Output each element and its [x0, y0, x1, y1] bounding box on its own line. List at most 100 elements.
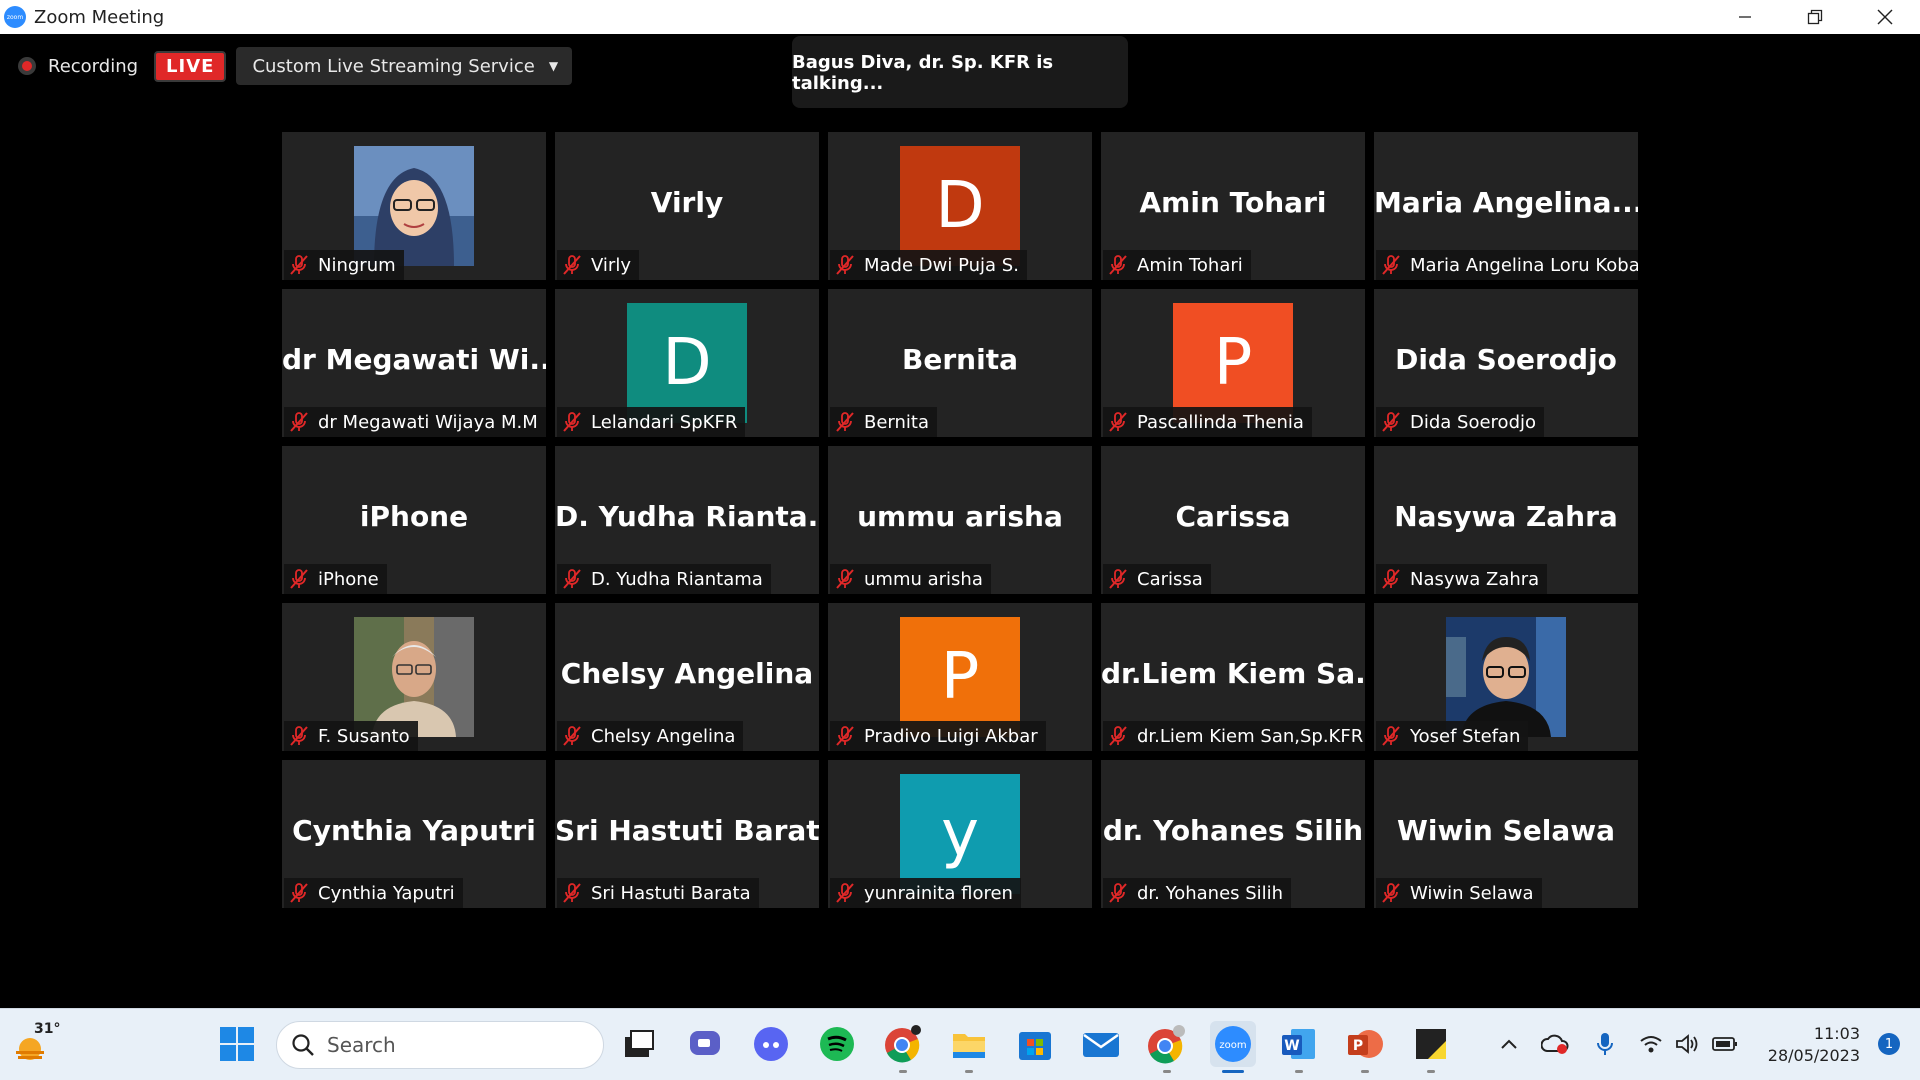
participant-display-name: Chelsy Angelina: [560, 657, 814, 690]
participant-name-label: dr.Liem Kiem San,Sp.KFR: [1103, 721, 1365, 751]
battery-icon: [1712, 1037, 1737, 1051]
start-button[interactable]: [214, 1021, 260, 1067]
participant-tile[interactable]: Maria Angelina... Maria Angelina Loru Kob…: [1374, 132, 1638, 280]
search-placeholder: Search: [327, 1033, 396, 1057]
participant-tile[interactable]: Amin Tohari Amin Tohari: [1101, 132, 1365, 280]
participant-photo: [1446, 617, 1566, 737]
participant-name: dr.Liem Kiem San,Sp.KFR: [1137, 725, 1364, 747]
participant-name: Cynthia Yaputri: [318, 882, 455, 904]
participant-tile[interactable]: Nasywa Zahra Nasywa Zahra: [1374, 446, 1638, 594]
mail-button[interactable]: [1078, 1021, 1124, 1067]
microsoft-store-button[interactable]: [1012, 1021, 1058, 1067]
participant-tile[interactable]: D Lelandari SpKFR: [555, 289, 819, 437]
participant-tile[interactable]: dr.Liem Kiem Sa... dr.Liem Kiem San,Sp.KF…: [1101, 603, 1365, 751]
participant-name: dr. Yohanes Silih: [1137, 882, 1284, 904]
word-icon: W: [1282, 1029, 1315, 1059]
window-controls: [1710, 0, 1920, 34]
microphone-muted-icon: [1107, 568, 1129, 590]
participant-display-name: ummu arisha: [857, 500, 1063, 533]
participant-tile[interactable]: D Made Dwi Puja S.: [828, 132, 1092, 280]
discord-button[interactable]: [748, 1021, 794, 1067]
microphone-muted-icon: [561, 725, 583, 747]
notification-badge[interactable]: 1: [1878, 1033, 1900, 1055]
chrome-button[interactable]: [880, 1021, 926, 1073]
taskbar-search[interactable]: Search: [276, 1021, 604, 1069]
participant-display-name: Dida Soerodjo: [1395, 343, 1617, 376]
participant-tile[interactable]: Wiwin Selawa Wiwin Selawa: [1374, 760, 1638, 908]
participant-name: Pascallinda Thenia: [1137, 411, 1304, 433]
stream-service-dropdown[interactable]: Custom Live Streaming Service ▼: [236, 47, 573, 85]
speaker-icon: [1676, 1034, 1698, 1054]
participant-display-name: Sri Hastuti Barata: [555, 814, 819, 847]
participant-tile[interactable]: Carissa Carissa: [1101, 446, 1365, 594]
participant-avatar: D: [900, 146, 1020, 266]
powerpoint-button[interactable]: P: [1342, 1021, 1388, 1073]
participant-tile[interactable]: D. Yudha Rianta... D. Yudha Riantama: [555, 446, 819, 594]
participant-tile[interactable]: Yosef Stefan: [1374, 603, 1638, 751]
sticky-notes-button[interactable]: [1408, 1021, 1454, 1073]
mail-icon: [1083, 1033, 1119, 1057]
recording-label[interactable]: Recording: [48, 56, 138, 77]
participant-display-name: dr. Yohanes Silih: [1102, 814, 1364, 847]
participant-tile[interactable]: ummu arisha ummu arisha: [828, 446, 1092, 594]
participant-tile[interactable]: dr Megawati Wi... dr Megawati Wijaya M.M: [282, 289, 546, 437]
task-view-button[interactable]: [616, 1021, 662, 1067]
participant-tile[interactable]: P Pascallinda Thenia: [1101, 289, 1365, 437]
participant-tile[interactable]: Cynthia Yaputri Cynthia Yaputri: [282, 760, 546, 908]
participant-name-label: Wiwin Selawa: [1376, 878, 1542, 908]
microphone-muted-icon: [834, 568, 856, 590]
participant-tile[interactable]: F. Susanto: [282, 603, 546, 751]
participant-name-label: Cynthia Yaputri: [284, 878, 463, 908]
minimize-button[interactable]: [1710, 0, 1780, 34]
participant-tile[interactable]: Ningrum: [282, 132, 546, 280]
microphone-icon: [1597, 1033, 1613, 1055]
participant-tile[interactable]: dr. Yohanes Silih dr. Yohanes Silih: [1101, 760, 1365, 908]
participant-name-label: dr Megawati Wijaya M.M: [284, 407, 546, 437]
participant-display-name: iPhone: [359, 500, 469, 533]
participant-name: Nasywa Zahra: [1410, 568, 1540, 590]
search-icon: [292, 1034, 314, 1056]
participant-name: Made Dwi Puja S.: [864, 254, 1019, 276]
running-indicator: [1163, 1070, 1171, 1073]
microphone-tray[interactable]: [1588, 1021, 1622, 1067]
close-button[interactable]: [1850, 0, 1920, 34]
taskbar-clock[interactable]: 11:03 28/05/2023: [1768, 1023, 1860, 1067]
zoom-taskbar-button[interactable]: zoom: [1210, 1021, 1256, 1073]
volume-tray[interactable]: [1670, 1021, 1704, 1067]
onedrive-tray[interactable]: [1538, 1021, 1572, 1067]
weather-temp: 31°: [34, 1021, 61, 1037]
minimize-icon: [1739, 16, 1751, 18]
chevron-up-icon: [1501, 1039, 1517, 1049]
live-badge[interactable]: LIVE: [154, 50, 227, 82]
participant-avatar: P: [900, 617, 1020, 737]
wifi-tray[interactable]: [1634, 1021, 1668, 1067]
windows-taskbar: 31° Search zoom W P 11:03 28/05/2023 1: [0, 1008, 1920, 1080]
weather-widget[interactable]: 31°: [12, 1021, 61, 1067]
participant-tile[interactable]: Virly Virly: [555, 132, 819, 280]
participant-tile[interactable]: Bernita Bernita: [828, 289, 1092, 437]
participant-tile[interactable]: iPhone iPhone: [282, 446, 546, 594]
chrome-profile-button[interactable]: [1144, 1021, 1190, 1073]
participant-tile[interactable]: Chelsy Angelina Chelsy Angelina: [555, 603, 819, 751]
participant-tile[interactable]: y yunrainita floren: [828, 760, 1092, 908]
teams-chat-button[interactable]: [682, 1021, 728, 1067]
participant-name-label: Virly: [557, 250, 639, 280]
restore-button[interactable]: [1780, 0, 1850, 34]
participant-tile[interactable]: Dida Soerodjo Dida Soerodjo: [1374, 289, 1638, 437]
participant-tile[interactable]: P Pradivo Luigi Akbar: [828, 603, 1092, 751]
file-explorer-button[interactable]: [946, 1021, 992, 1073]
participant-tile[interactable]: Sri Hastuti Barata Sri Hastuti Barata: [555, 760, 819, 908]
participant-name-label: Bernita: [830, 407, 938, 437]
participant-name-label: Sri Hastuti Barata: [557, 878, 759, 908]
word-button[interactable]: W: [1276, 1021, 1322, 1073]
participant-name: D. Yudha Riantama: [591, 568, 763, 590]
microphone-muted-icon: [561, 254, 583, 276]
microphone-muted-icon: [561, 411, 583, 433]
cloud-offline-icon: [1541, 1034, 1569, 1054]
wifi-icon: [1640, 1036, 1662, 1053]
participant-avatar: y: [900, 774, 1020, 894]
participant-name-label: Dida Soerodjo: [1376, 407, 1545, 437]
spotify-button[interactable]: [814, 1021, 860, 1067]
show-hidden-icons-button[interactable]: [1492, 1021, 1526, 1067]
battery-tray[interactable]: [1708, 1021, 1742, 1067]
